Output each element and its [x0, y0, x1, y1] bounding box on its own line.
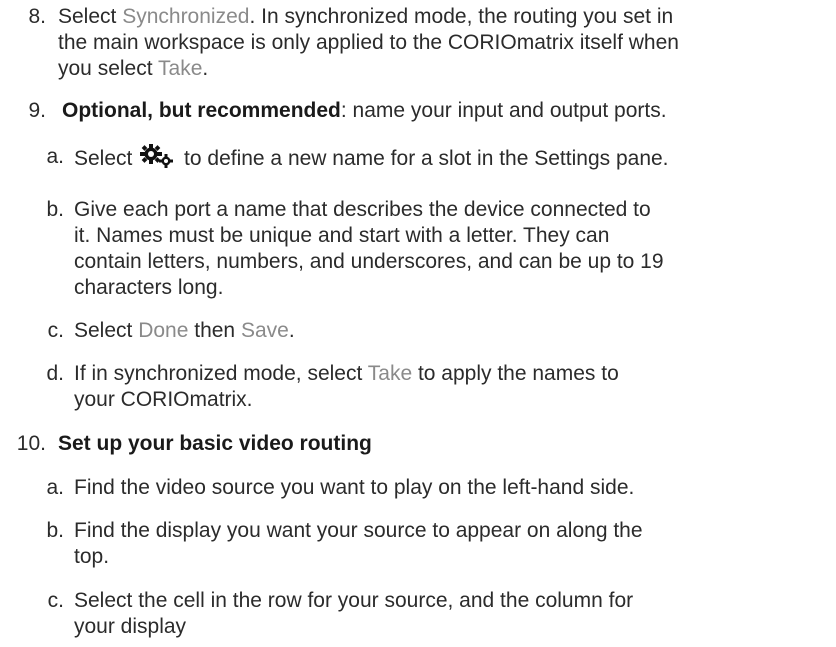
gears-icon [140, 144, 176, 175]
step-10a-letter: a. [46, 476, 64, 499]
step-9b-line-4: characters long. [74, 276, 224, 299]
ui-term-done: Done [138, 319, 189, 342]
step-10-heading: Set up your basic video routing [58, 431, 830, 457]
step-10-bold-label: Set up your basic video routing [58, 432, 372, 455]
step-9-number: 9. [28, 99, 46, 122]
step-10b-letter: b. [46, 519, 64, 542]
step-9-bold-label: Optional, but recommended [62, 99, 341, 122]
step-10c-line-1: Select the cell in the row for your sour… [74, 589, 634, 612]
step-9b-letter: b. [46, 198, 64, 221]
step-9b-line-3: contain letters, numbers, and underscore… [74, 250, 664, 273]
step-9d-letter: d. [46, 362, 64, 385]
step-9c-text: Select Done then Save. [74, 319, 295, 342]
step-10c-line-2: your display [74, 615, 187, 638]
ui-term-take: Take [367, 362, 413, 385]
step-10c-letter: c. [47, 589, 64, 612]
step-10a-line-1: Find the video source you want to play o… [74, 476, 635, 499]
ui-term-save: Save [240, 319, 289, 342]
step-9a-letter: a. [46, 145, 64, 168]
step-9b-line-2: it. Names must be unique and start with … [74, 224, 610, 247]
step-10b-line-2: top. [74, 545, 110, 568]
step-8-line-2: the main workspace is only applied to th… [58, 31, 679, 54]
step-9c-letter: c. [47, 319, 64, 342]
step-9b-line-1: Give each port a name that describes the… [74, 198, 651, 221]
step-10-number: 10. [16, 432, 46, 455]
step-9d-line-2: your CORIOmatrix. [74, 388, 253, 411]
step-10b-line-1: Find the display you want your source to… [74, 519, 643, 542]
step-8-line-3: you select Take. [58, 57, 209, 80]
step-9-heading: Optional, but recommended: name your inp… [62, 99, 667, 122]
step-9a-text: Select to define a new name for a slot i… [74, 144, 830, 175]
ui-term-take: Take [158, 57, 203, 80]
step-9d-line-1: If in synchronized mode, select Take to … [74, 362, 619, 385]
step-8-line-1: Select Synchronized. In synchronized mod… [58, 5, 674, 28]
ui-term-synchronized: Synchronized [122, 5, 250, 28]
step-8-number: 8. [28, 5, 46, 28]
document-page: 8. Select Synchronized. In synchronized … [0, 0, 836, 647]
